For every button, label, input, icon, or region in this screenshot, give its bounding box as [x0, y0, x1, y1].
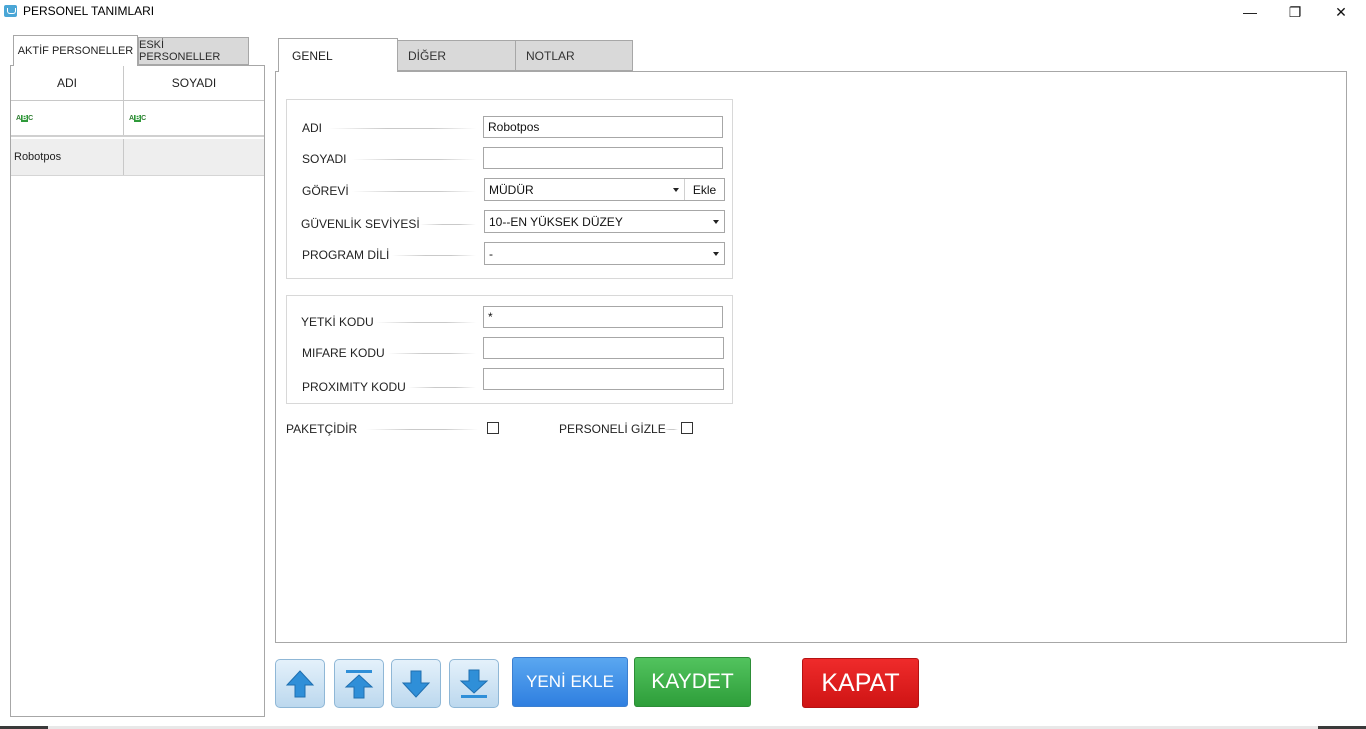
tab-notlar[interactable]: NOTLAR [515, 40, 633, 71]
paketcidir-label: PAKETÇİDİR [286, 422, 358, 436]
mifare-kodu-label: MIFARE KODU [302, 346, 385, 360]
tab-genel[interactable]: GENEL [278, 38, 398, 72]
chevron-down-icon [713, 219, 719, 224]
grid-filter-row: ABC ABC [11, 101, 264, 137]
arrow-down-icon [401, 670, 431, 698]
gorevi-value: MÜDÜR [489, 182, 534, 197]
chevron-down-icon [673, 187, 679, 192]
adi-input[interactable]: Robotpos [483, 116, 723, 138]
move-down-button[interactable] [391, 659, 441, 708]
minimize-icon: — [1243, 4, 1257, 20]
divider [328, 128, 476, 129]
divider [408, 387, 476, 388]
move-to-bottom-button[interactable] [449, 659, 499, 708]
proximity-kodu-input[interactable] [483, 368, 724, 390]
close-icon: ✕ [1335, 3, 1347, 20]
chevron-down-icon [713, 251, 719, 256]
divider [352, 191, 476, 192]
filter-cell-soyadi[interactable]: ABC [124, 101, 264, 135]
tab-eski-personeller[interactable]: ESKİ PERSONELLER [138, 37, 249, 65]
column-header-adi[interactable]: ADI [11, 66, 124, 100]
divider [664, 429, 678, 430]
filter-cell-adi[interactable]: ABC [11, 101, 124, 135]
divider [352, 159, 476, 160]
soyadi-input[interactable] [483, 147, 723, 169]
cell-adi: Robotpos [11, 139, 124, 175]
divider [388, 353, 476, 354]
window-title: PERSONEL TANIMLARI [23, 4, 155, 18]
program-dili-select[interactable]: - [484, 242, 725, 265]
program-dili-label: PROGRAM DİLİ [302, 248, 390, 262]
arrow-up-icon [285, 669, 315, 697]
mifare-kodu-input[interactable] [483, 337, 724, 359]
app-icon [4, 5, 17, 17]
cell-soyadi [124, 139, 264, 175]
yeni-ekle-button[interactable]: YENİ EKLE [512, 657, 628, 707]
minimize-button[interactable]: — [1227, 0, 1273, 24]
personeli-gizle-label: PERSONELİ GİZLE [559, 422, 666, 436]
kaydet-button[interactable]: KAYDET [634, 657, 751, 707]
abc-filter-icon: ABC [16, 114, 34, 122]
personel-grid: ADI SOYADI ABC ABC Robotpos [10, 65, 265, 717]
tab-aktif-personeller[interactable]: AKTİF PERSONELLER [13, 35, 138, 66]
proximity-kodu-label: PROXIMITY KODU [302, 380, 406, 394]
soyadi-label: SOYADI [302, 152, 347, 166]
divider [420, 224, 476, 225]
arrow-to-bottom-icon [459, 669, 489, 698]
restore-icon: ❐ [1288, 3, 1302, 20]
arrow-to-top-icon [344, 669, 374, 698]
divider [376, 322, 476, 323]
grid-header: ADI SOYADI [11, 66, 264, 101]
table-row[interactable]: Robotpos [11, 139, 264, 176]
ekle-button[interactable]: Ekle [684, 179, 724, 200]
divider [366, 429, 478, 430]
column-header-soyadi[interactable]: SOYADI [124, 66, 264, 100]
guvenlik-seviyesi-value: 10--EN YÜKSEK DÜZEY [489, 214, 623, 229]
gorevi-label: GÖREVİ [302, 184, 349, 198]
title-bar: PERSONEL TANIMLARI — ❐ ✕ [0, 0, 1366, 24]
guvenlik-seviyesi-select[interactable]: 10--EN YÜKSEK DÜZEY [484, 210, 725, 233]
paketcidir-checkbox[interactable] [487, 422, 499, 434]
move-to-top-button[interactable] [334, 659, 384, 708]
personeli-gizle-checkbox[interactable] [681, 422, 693, 434]
close-window-button[interactable]: ✕ [1318, 0, 1364, 24]
guvenlik-seviyesi-label: GÜVENLİK SEVİYESİ [301, 217, 420, 231]
maximize-button[interactable]: ❐ [1272, 0, 1318, 24]
yetki-kodu-label: YETKİ KODU [301, 315, 374, 329]
gorevi-select[interactable]: MÜDÜR Ekle [484, 178, 725, 201]
adi-label: ADI [302, 121, 323, 135]
kapat-button[interactable]: KAPAT [802, 658, 919, 708]
divider [392, 255, 476, 256]
abc-filter-icon: ABC [129, 114, 147, 122]
tab-diger[interactable]: DİĞER [397, 40, 516, 71]
yetki-kodu-input[interactable]: * [483, 306, 723, 328]
program-dili-value: - [489, 246, 493, 261]
move-up-button[interactable] [275, 659, 325, 708]
